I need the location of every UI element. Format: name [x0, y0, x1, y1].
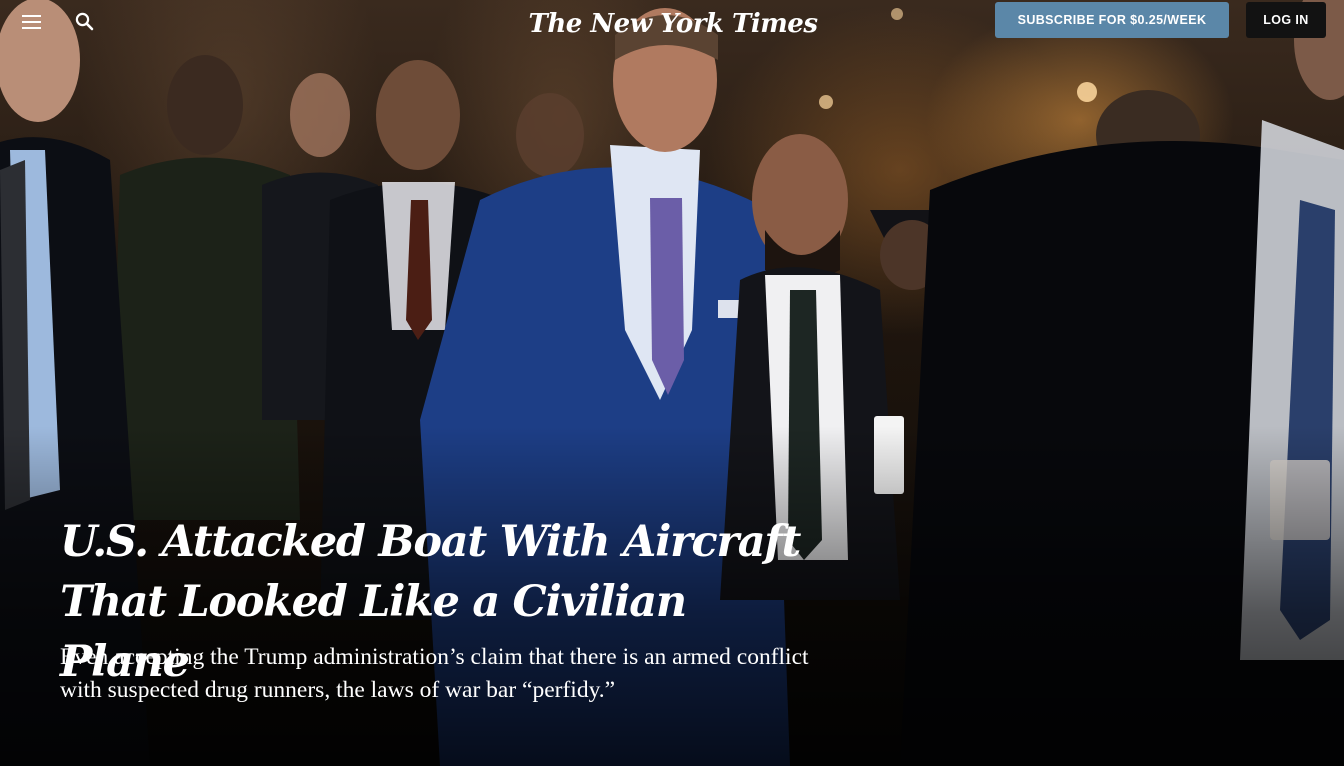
- menu-line: [22, 27, 41, 29]
- page: The New York Times SUBSCRIBE FOR $0.25/W…: [0, 0, 1344, 766]
- nyt-logo[interactable]: The New York Times: [529, 4, 818, 44]
- login-button[interactable]: LOG IN: [1246, 2, 1326, 38]
- hamburger-menu-icon[interactable]: [22, 13, 42, 29]
- subscribe-button[interactable]: SUBSCRIBE FOR $0.25/WEEK: [995, 2, 1229, 38]
- menu-line: [22, 21, 41, 23]
- search-icon-glyph: [75, 12, 94, 31]
- search-icon[interactable]: [74, 11, 96, 33]
- article-summary: Even accepting the Trump administration’…: [60, 644, 809, 703]
- menu-line: [22, 15, 41, 17]
